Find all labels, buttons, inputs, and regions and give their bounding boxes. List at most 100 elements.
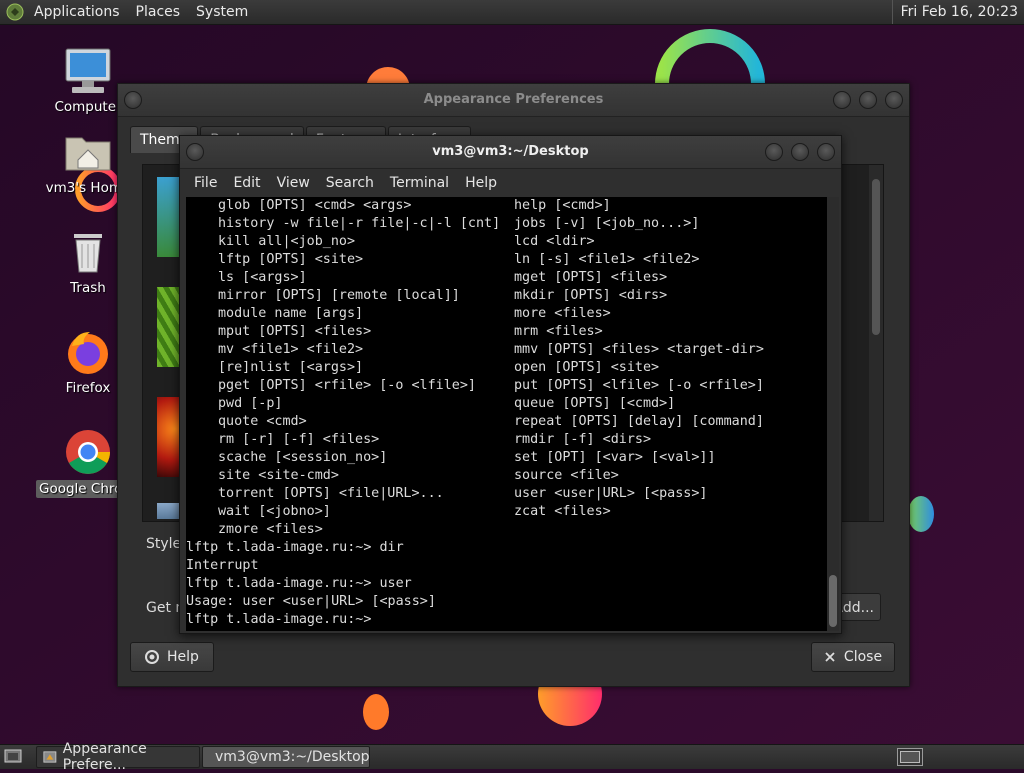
terminal-scrollbar[interactable] [827, 197, 839, 631]
help-entry-left: glob [OPTS] <cmd> <args> [218, 198, 412, 213]
help-entry-left: pwd [-p] [218, 396, 283, 411]
chrome-icon [62, 426, 114, 478]
terminal-line: [re]nlist [<args>] open [OPTS] <site> [186, 359, 827, 377]
help-entry-left: mv <file1> <file2> [218, 342, 364, 357]
terminal-output-line: lftp t.lada-image.ru:~> user [186, 576, 412, 591]
terminal-line: lftp t.lada-image.ru:~> dir [186, 539, 827, 557]
help-entry-right: user <user|URL> [<pass>] [514, 486, 708, 501]
help-entry-left: pget [OPTS] <rfile> [-o <lfile>] [218, 378, 476, 393]
terminal-line: torrent [OPTS] <file|URL>... user <user|U… [186, 485, 827, 503]
terminal-line: kill all|<job_no> lcd <ldir> [186, 233, 827, 251]
task-terminal[interactable]: vm3@vm3:~/Desktop [202, 746, 370, 768]
window-title: Appearance Preferences [423, 92, 604, 107]
help-entry-right: help [<cmd>] [514, 198, 611, 213]
trash-icon [62, 226, 114, 278]
terminal-line: lftp t.lada-image.ru:~> user [186, 575, 827, 593]
terminal-line: lftp [OPTS] <site> ln [-s] <file1> <file2… [186, 251, 827, 269]
terminal-lines: glob [OPTS] <cmd> <args> help [<cmd>] hist… [186, 197, 827, 629]
help-entry-left: zmore <files> [218, 522, 323, 537]
terminal-line: site <site-cmd> source <file> [186, 467, 827, 485]
help-entry-right: jobs [-v] [<job_no...>] [514, 216, 700, 231]
task-label: Appearance Prefere... [62, 741, 147, 773]
help-entry-left: scache [<session_no>] [218, 450, 388, 465]
home-folder-icon [62, 126, 114, 178]
close-label: Close [843, 649, 883, 665]
mate-logo-icon[interactable] [4, 1, 26, 23]
theme-list-scrollbar[interactable] [869, 165, 883, 521]
scrollbar-thumb[interactable] [872, 179, 880, 335]
help-entry-right: mget [OPTS] <files> [514, 270, 668, 285]
menu-search[interactable]: Search [318, 175, 382, 191]
terminal-prompt: lftp t.lada-image.ru:~> [186, 612, 380, 627]
close-icon [825, 652, 835, 662]
maximize-button[interactable] [859, 91, 877, 109]
top-panel: Applications Places System Fri Feb 16, 2… [0, 0, 1024, 25]
task-label: vm3@vm3:~/Desktop [215, 749, 370, 765]
help-entry-left: mput [OPTS] <files> [218, 324, 372, 339]
help-entry-right: queue [OPTS] [<cmd>] [514, 396, 676, 411]
terminal-titlebar[interactable]: vm3@vm3:~/Desktop [180, 136, 841, 169]
terminal-output-line: lftp t.lada-image.ru:~> dir [186, 540, 404, 555]
terminal-menubar: File Edit View Search Terminal Help [180, 169, 841, 197]
system-menu[interactable]: System [188, 0, 256, 24]
workspace-switcher[interactable] [897, 748, 923, 766]
help-entry-left: lftp [OPTS] <site> [218, 252, 364, 267]
help-entry-right: put [OPTS] <lfile> [-o <rfile>] [514, 378, 764, 393]
menu-terminal[interactable]: Terminal [382, 175, 457, 191]
terminal-line: Usage: user <user|URL> [<pass>] [186, 593, 827, 611]
terminal-line: zmore <files> [186, 521, 827, 539]
help-entry-left: ls [<args>] [218, 270, 307, 285]
terminal-line: module name [args] more <files> [186, 305, 827, 323]
terminal-line: history -w file|-r file|-c|-l [cnt] jobs … [186, 215, 827, 233]
panel-clock[interactable]: Fri Feb 16, 20:23 [891, 0, 1024, 24]
terminal-line: scache [<session_no>] set [OPT] [<var> [<… [186, 449, 827, 467]
menu-help[interactable]: Help [457, 175, 505, 191]
help-entry-right: lcd <ldir> [514, 234, 595, 249]
terminal-line: pwd [-p] queue [OPTS] [<cmd>] [186, 395, 827, 413]
close-button[interactable]: Close [811, 642, 895, 672]
appearance-titlebar[interactable]: Appearance Preferences [118, 84, 909, 117]
close-window-button[interactable] [885, 91, 903, 109]
bottom-panel: Appearance Prefere... vm3@vm3:~/Desktop [0, 741, 1024, 773]
menu-view[interactable]: View [269, 175, 318, 191]
help-button[interactable]: Help [130, 642, 214, 672]
help-entry-left: module name [args] [218, 306, 364, 321]
terminal-line: mv <file1> <file2> mmv [OPTS] <files> <ta… [186, 341, 827, 359]
menu-edit[interactable]: Edit [225, 175, 268, 191]
workspace-thumbnail[interactable] [900, 751, 920, 763]
task-appearance-preferences[interactable]: Appearance Prefere... [36, 741, 200, 773]
help-entry-right: zcat <files> [514, 504, 611, 519]
help-entry-left: site <site-cmd> [218, 468, 339, 483]
scrollbar-thumb[interactable] [829, 575, 837, 627]
minimize-button[interactable] [765, 143, 783, 161]
help-entry-right: open [OPTS] <site> [514, 360, 660, 375]
help-entry-left: kill all|<job_no> [218, 234, 356, 249]
help-entry-left: mirror [OPTS] [remote [local]] [218, 288, 460, 303]
terminal-line: rm [-r] [-f] <files> rmdir [-f] <dirs> [186, 431, 827, 449]
help-entry-right: mmv [OPTS] <files> <target-dir> [514, 342, 764, 357]
help-entry-right: source <file> [514, 468, 619, 483]
terminal-line: quote <cmd> repeat [OPTS] [delay] [comman… [186, 413, 827, 431]
help-entry-right: ln [-s] <file1> <file2> [514, 252, 700, 267]
terminal-output[interactable]: glob [OPTS] <cmd> <args> help [<cmd>] hist… [186, 197, 827, 631]
help-entry-right: set [OPT] [<var> [<val>]] [514, 450, 716, 465]
terminal-output-line: Usage: user <user|URL> [<pass>] [186, 594, 436, 609]
terminal-line: mirror [OPTS] [remote [local]] mkdir [OPT… [186, 287, 827, 305]
help-entry-left: quote <cmd> [218, 414, 307, 429]
help-entry-left: history -w file|-r file|-c|-l [cnt] [218, 216, 501, 231]
help-entry-left: [re]nlist [<args>] [218, 360, 364, 375]
terminal-line: ls [<args>] mget [OPTS] <files> [186, 269, 827, 287]
applications-menu[interactable]: Applications [26, 0, 128, 24]
window-title: vm3@vm3:~/Desktop [432, 144, 589, 159]
places-menu[interactable]: Places [128, 0, 189, 24]
menu-file[interactable]: File [186, 175, 225, 191]
maximize-button[interactable] [791, 143, 809, 161]
close-window-button[interactable] [817, 143, 835, 161]
show-desktop-icon[interactable] [4, 748, 22, 765]
terminal-line: lftp t.lada-image.ru:~> [186, 611, 827, 629]
terminal-line: glob [OPTS] <cmd> <args> help [<cmd>] [186, 197, 827, 215]
terminal-line: pget [OPTS] <rfile> [-o <lfile>] put [OPT… [186, 377, 827, 395]
minimize-button[interactable] [833, 91, 851, 109]
computer-icon [62, 45, 114, 97]
help-entry-left: wait [<jobno>] [218, 504, 331, 519]
